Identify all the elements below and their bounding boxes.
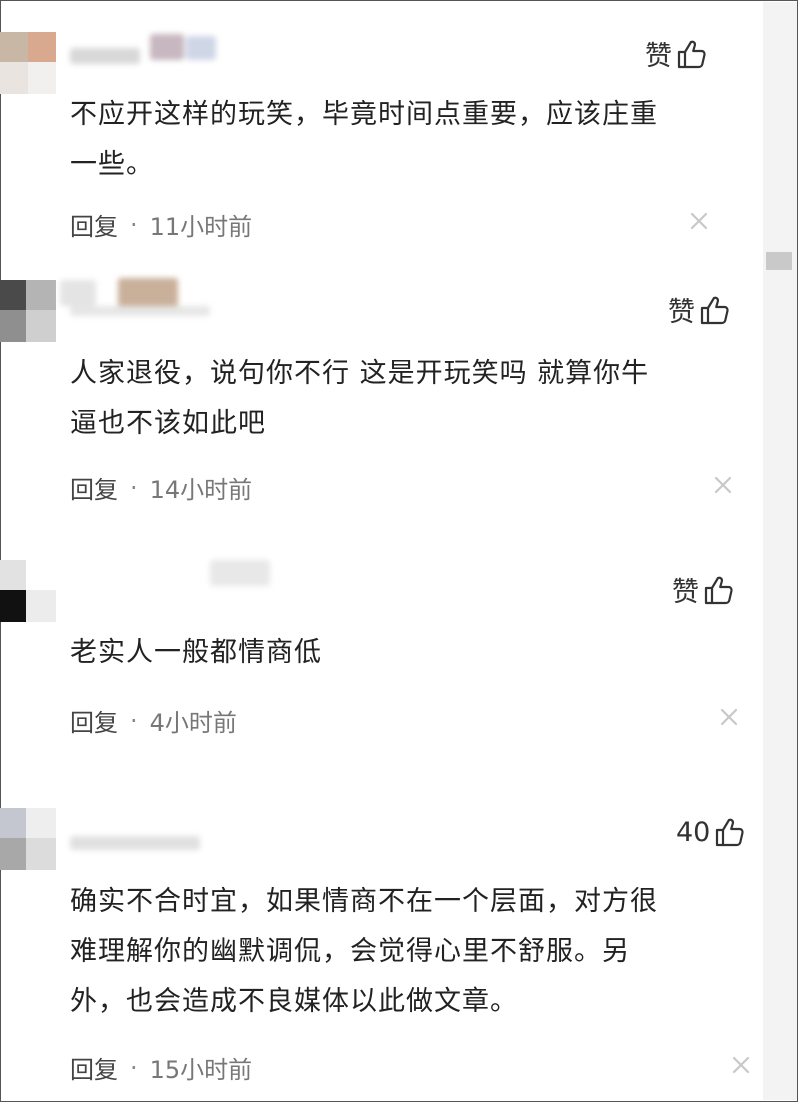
timestamp: 14小时前	[149, 476, 253, 504]
comment-line: 一些。	[70, 149, 154, 180]
thumbs-up-icon	[703, 574, 735, 606]
reply-button[interactable]: 回复	[70, 1050, 118, 1085]
like-button[interactable]: 赞	[645, 34, 708, 73]
reply-button[interactable]: 回复	[70, 703, 118, 738]
meta-separator: ·	[130, 210, 138, 239]
comment-line: 外，也会造成不良媒体以此做文章。	[70, 986, 518, 1017]
comment-text: 人家退役，说句你不行 这是开玩笑吗 就算你牛 逼也不该如此吧	[70, 349, 750, 449]
comment-text: 老实人一般都情商低	[70, 628, 750, 678]
timestamp: 4小时前	[149, 709, 237, 737]
like-button[interactable]: 赞	[672, 570, 735, 609]
like-label: 赞	[645, 41, 672, 72]
comment-line: 逼也不该如此吧	[70, 408, 266, 439]
close-icon[interactable]	[712, 474, 734, 496]
comment-line: 难理解你的幽默调侃，会觉得心里不舒服。另	[70, 936, 630, 967]
timestamp: 15小时前	[149, 1056, 253, 1084]
avatar[interactable]	[0, 808, 56, 870]
reply-button[interactable]: 回复	[70, 470, 118, 505]
comment-line: 确实不合时宜，如果情商不在一个层面，对方很	[70, 886, 658, 917]
avatar[interactable]	[0, 560, 56, 622]
comment-meta: 回复 · 4小时前	[70, 703, 237, 738]
avatar[interactable]	[0, 32, 56, 94]
close-icon[interactable]	[718, 706, 740, 728]
meta-separator: ·	[130, 473, 138, 502]
close-icon[interactable]	[688, 210, 710, 232]
meta-separator: ·	[130, 706, 138, 735]
avatar[interactable]	[0, 280, 56, 342]
meta-separator: ·	[130, 1053, 138, 1082]
comment-line: 不应开这样的玩笑，毕竟时间点重要，应该庄重	[70, 99, 658, 130]
timestamp: 11小时前	[149, 213, 253, 241]
like-count: 40	[676, 816, 711, 848]
comment-line: 人家退役，说句你不行 这是开玩笑吗 就算你牛	[70, 358, 650, 389]
scrollbar[interactable]	[763, 2, 797, 1100]
thumbs-up-icon	[699, 294, 731, 326]
comment-meta: 回复 · 11小时前	[70, 207, 252, 242]
scrollbar-thumb[interactable]	[766, 252, 792, 270]
comment-line: 老实人一般都情商低	[70, 637, 322, 668]
username-blurred[interactable]	[60, 278, 230, 316]
like-label: 赞	[668, 297, 695, 328]
reply-button[interactable]: 回复	[70, 207, 118, 242]
comment-meta: 回复 · 14小时前	[70, 470, 252, 505]
username-blurred[interactable]	[70, 834, 220, 856]
like-button[interactable]: 赞	[668, 290, 731, 329]
comment-meta: 回复 · 15小时前	[70, 1050, 252, 1085]
thumbs-up-icon	[714, 816, 746, 848]
close-icon[interactable]	[730, 1054, 752, 1076]
like-button[interactable]: 40	[676, 816, 746, 848]
thumbs-up-icon	[676, 38, 708, 70]
comment-text: 不应开这样的玩笑，毕竟时间点重要，应该庄重 一些。	[70, 90, 750, 190]
username-blurred[interactable]	[70, 34, 220, 66]
username-blurred[interactable]	[70, 560, 270, 588]
comment-text: 确实不合时宜，如果情商不在一个层面，对方很 难理解你的幽默调侃，会觉得心里不舒服…	[70, 877, 750, 1027]
like-label: 赞	[672, 577, 699, 608]
